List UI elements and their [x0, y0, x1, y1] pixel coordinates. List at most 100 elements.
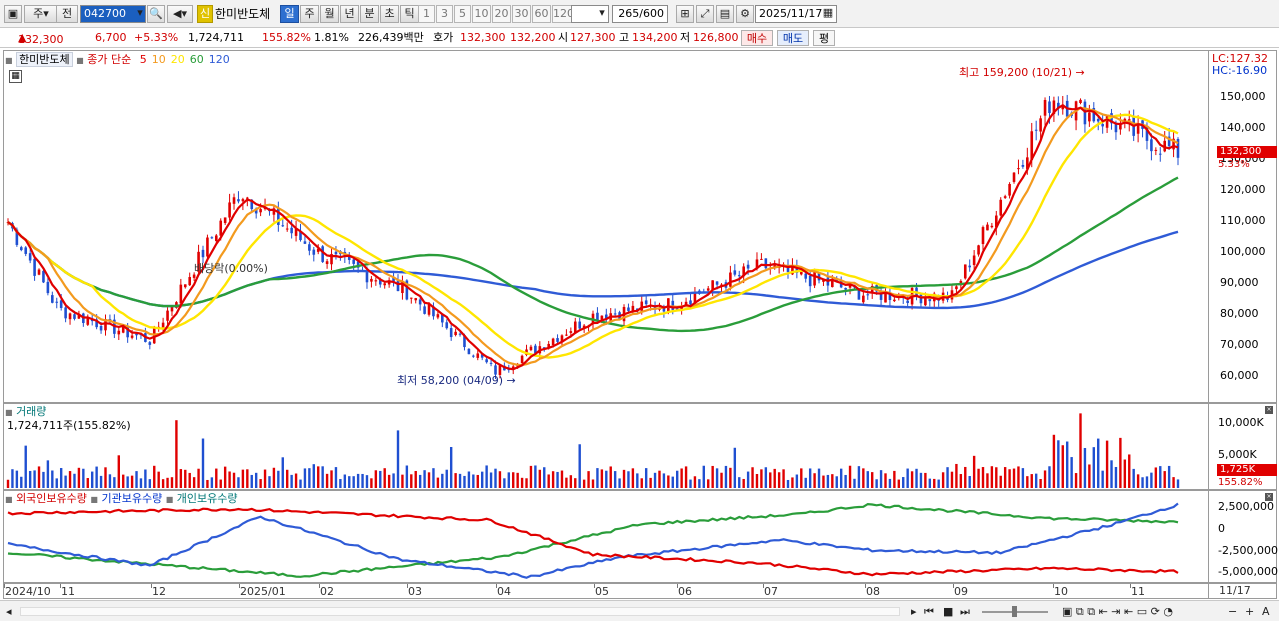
volume-bar — [950, 471, 954, 488]
volume-bar — [959, 474, 963, 488]
volume-bar — [135, 471, 138, 488]
volume-bar — [631, 468, 635, 488]
holdings-individual-line — [7, 502, 1179, 578]
volume-bar — [649, 477, 652, 488]
volume-bar — [888, 478, 892, 488]
x-tick — [151, 584, 152, 588]
volume-bar — [875, 479, 878, 488]
volume-bar — [769, 472, 772, 488]
volume-bar — [1141, 477, 1144, 488]
scroll-left-icon[interactable]: ◂ — [6, 605, 12, 619]
holdings-close-icon[interactable]: × — [1265, 493, 1273, 501]
volume-bar — [964, 466, 967, 488]
candle-body — [906, 300, 909, 304]
candle-body — [529, 346, 533, 351]
horizontal-scrollbar[interactable] — [20, 607, 900, 616]
volume-bar — [671, 476, 674, 488]
candle-body — [476, 353, 480, 358]
last-price-tag: 132,300 — [1217, 146, 1277, 158]
legend-foreign[interactable]: 외국인보유수량 — [16, 492, 87, 505]
text-size-icon[interactable]: A — [1262, 605, 1270, 619]
candle-body — [1083, 101, 1087, 125]
candle-body — [999, 199, 1003, 216]
candle-body — [241, 199, 245, 202]
volume-bar — [596, 468, 599, 488]
volume-bar — [215, 468, 218, 488]
candle-body — [924, 297, 927, 306]
candle-body — [613, 313, 617, 315]
next-page-icon[interactable]: ⏭ — [960, 605, 970, 619]
candle-body — [303, 241, 307, 244]
legend-stock-name[interactable]: 한미반도체 — [16, 52, 73, 67]
zoom-in-icon[interactable]: + — [1245, 605, 1254, 619]
ma-legend: 5 10 20 60 120 — [135, 53, 230, 66]
volume-bar — [915, 468, 918, 488]
candle-body — [285, 228, 289, 230]
x-tick — [763, 584, 764, 588]
volume-bar — [897, 479, 900, 488]
x-label: 03 — [408, 585, 422, 598]
volume-bar — [1017, 466, 1020, 488]
volume-bar — [387, 474, 391, 488]
candle-body — [19, 247, 23, 251]
scroll-right-icon[interactable]: ▸ — [911, 605, 917, 619]
volume-bar — [538, 469, 542, 488]
volume-bar — [879, 470, 883, 488]
ma-legend-5[interactable]: 5 — [140, 53, 147, 66]
volume-bar — [1145, 476, 1149, 488]
volume-bar — [188, 472, 191, 488]
legend-institution[interactable]: 기관보유수량 — [101, 492, 162, 505]
volume-bar — [99, 475, 103, 488]
price-tick: 120,000 — [1220, 183, 1266, 196]
volume-bar — [813, 473, 816, 488]
volume-bar — [551, 471, 555, 488]
candle-body — [804, 273, 808, 279]
candle-body — [520, 355, 524, 364]
volume-bar — [139, 478, 143, 488]
x-tick — [4, 584, 5, 588]
volume-title[interactable]: 거래량 — [16, 405, 46, 418]
volume-bar — [1070, 457, 1073, 488]
candle-body — [445, 322, 449, 329]
volume-bar — [95, 466, 98, 488]
ma-legend-10[interactable]: 10 — [152, 53, 166, 66]
candle-body — [42, 270, 45, 283]
chart-tool-icons[interactable]: ▣ ⧉ ⧉ ⇤ ⇥ ⇤ ▭ ⟳ ◔ — [1062, 605, 1173, 619]
candle-body — [1034, 129, 1038, 131]
candle-body — [1048, 101, 1051, 114]
volume-bar — [503, 478, 506, 488]
volume-bar — [201, 438, 205, 488]
volume-bar — [410, 474, 413, 488]
volume-bar — [86, 478, 89, 488]
calculator-icon[interactable]: ▦ — [9, 70, 22, 83]
legend-individual[interactable]: 개인보유수량 — [177, 492, 238, 505]
volume-bar — [161, 479, 165, 488]
candle-body — [972, 255, 976, 266]
volume-close-icon[interactable]: × — [1265, 406, 1273, 414]
volume-bar — [667, 475, 670, 488]
zoom-slider-handle[interactable] — [1012, 606, 1017, 617]
stop-icon[interactable]: ■ — [943, 605, 953, 619]
volume-bar — [800, 468, 803, 488]
price-tick: 80,000 — [1220, 307, 1259, 320]
volume-bar — [241, 469, 245, 488]
zoom-out-icon[interactable]: − — [1228, 605, 1237, 619]
ma-legend-120[interactable]: 120 — [209, 53, 230, 66]
first-page-icon[interactable]: ⏮ — [924, 605, 934, 619]
volume-bar — [432, 468, 435, 488]
volume-bar — [1097, 438, 1100, 488]
price-tick: 70,000 — [1220, 338, 1259, 351]
volume-bar — [472, 474, 475, 488]
candle-body — [760, 258, 763, 260]
volume-bar — [1154, 467, 1158, 488]
candle-body — [467, 348, 471, 355]
volume-bar — [751, 467, 754, 488]
ma-legend-20[interactable]: 20 — [171, 53, 185, 66]
ma-line-60 — [7, 176, 1179, 333]
volume-bar — [223, 466, 227, 488]
volume-bar — [263, 469, 267, 488]
legend-indicator[interactable]: 종가 단순 — [87, 53, 131, 66]
candle-body — [370, 278, 373, 282]
candle-body — [454, 331, 457, 336]
ma-legend-60[interactable]: 60 — [190, 53, 204, 66]
